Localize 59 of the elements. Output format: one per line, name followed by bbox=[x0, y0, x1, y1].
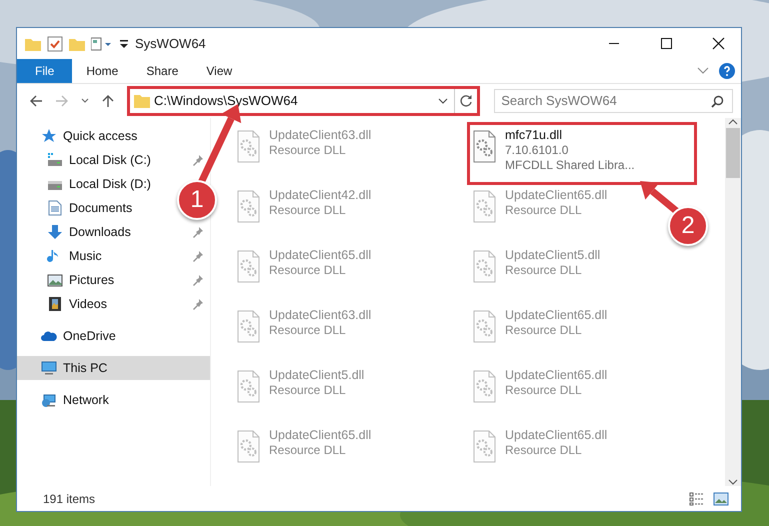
properties-icon[interactable] bbox=[91, 36, 113, 50]
film-icon bbox=[47, 296, 63, 312]
dll-icon bbox=[473, 430, 497, 464]
sidebar-item[interactable]: Quick access bbox=[17, 124, 144, 148]
up-icon bbox=[101, 94, 115, 108]
dll-icon bbox=[237, 190, 261, 224]
scroll-down-icon[interactable] bbox=[728, 478, 738, 486]
address-bar[interactable]: C:\Windows\SysWOW64 bbox=[129, 88, 478, 114]
scroll-up-icon[interactable] bbox=[728, 118, 738, 126]
dll-icon bbox=[473, 370, 497, 404]
star-icon bbox=[41, 128, 57, 144]
sidebar-item[interactable]: Pictures bbox=[17, 268, 210, 292]
refresh-icon bbox=[459, 94, 474, 108]
maximize-icon bbox=[659, 37, 673, 50]
network-icon bbox=[41, 392, 57, 408]
search-box[interactable]: Search SysWOW64 bbox=[494, 89, 733, 113]
close-icon bbox=[711, 37, 725, 50]
chevron-down-icon[interactable] bbox=[697, 67, 709, 75]
drive-icon bbox=[47, 152, 63, 168]
back-icon bbox=[29, 94, 43, 108]
down-arrow-icon bbox=[47, 224, 63, 240]
search-icon bbox=[711, 94, 724, 108]
window-title: SysWOW64 bbox=[135, 34, 206, 53]
sidebar-item[interactable]: Local Disk (D:) bbox=[17, 172, 157, 196]
folder-icon bbox=[134, 94, 150, 108]
dll-icon bbox=[473, 190, 497, 224]
large-icons-view-icon bbox=[713, 492, 729, 506]
forward-icon bbox=[55, 94, 69, 108]
sidebar-item[interactable]: Local Disk (C:) bbox=[17, 148, 210, 172]
dll-icon bbox=[473, 310, 497, 344]
picture-icon bbox=[47, 272, 63, 288]
dll-icon bbox=[473, 250, 497, 284]
dll-icon bbox=[237, 310, 261, 344]
ribbon-tab[interactable]: Share bbox=[132, 59, 192, 83]
monitor-icon bbox=[41, 360, 57, 376]
caret-icon[interactable] bbox=[119, 38, 129, 48]
ribbon-tab[interactable]: Home bbox=[72, 59, 132, 83]
sidebar-item[interactable]: Downloads bbox=[17, 220, 210, 244]
dll-icon bbox=[473, 130, 497, 164]
item-count: 191 items bbox=[43, 490, 96, 508]
scrollbar-thumb[interactable] bbox=[726, 128, 740, 178]
file-item[interactable]: mfc71u.dll 7.10.6101.0 MFCDLL Shared Libra... bbox=[469, 124, 695, 183]
chevron-down-icon bbox=[438, 98, 448, 104]
dll-icon bbox=[237, 370, 261, 404]
ribbon-tab[interactable]: View bbox=[192, 59, 246, 83]
dll-icon bbox=[237, 130, 261, 164]
help-icon[interactable] bbox=[719, 63, 735, 79]
sidebar-item[interactable]: This PC bbox=[17, 356, 210, 380]
dll-icon bbox=[237, 430, 261, 464]
ribbon-tab[interactable]: File bbox=[17, 59, 72, 83]
sidebar-item[interactable]: Network bbox=[17, 388, 115, 412]
document-icon bbox=[47, 200, 63, 216]
details-view-icon bbox=[689, 492, 705, 506]
sidebar-item[interactable]: Documents bbox=[17, 196, 138, 220]
sidebar-item[interactable]: OneDrive bbox=[17, 324, 122, 348]
dll-icon bbox=[237, 250, 261, 284]
sidebar-item[interactable]: Videos bbox=[17, 292, 210, 316]
sidebar-item[interactable]: Music bbox=[17, 244, 210, 268]
checklist-icon[interactable] bbox=[47, 36, 63, 52]
